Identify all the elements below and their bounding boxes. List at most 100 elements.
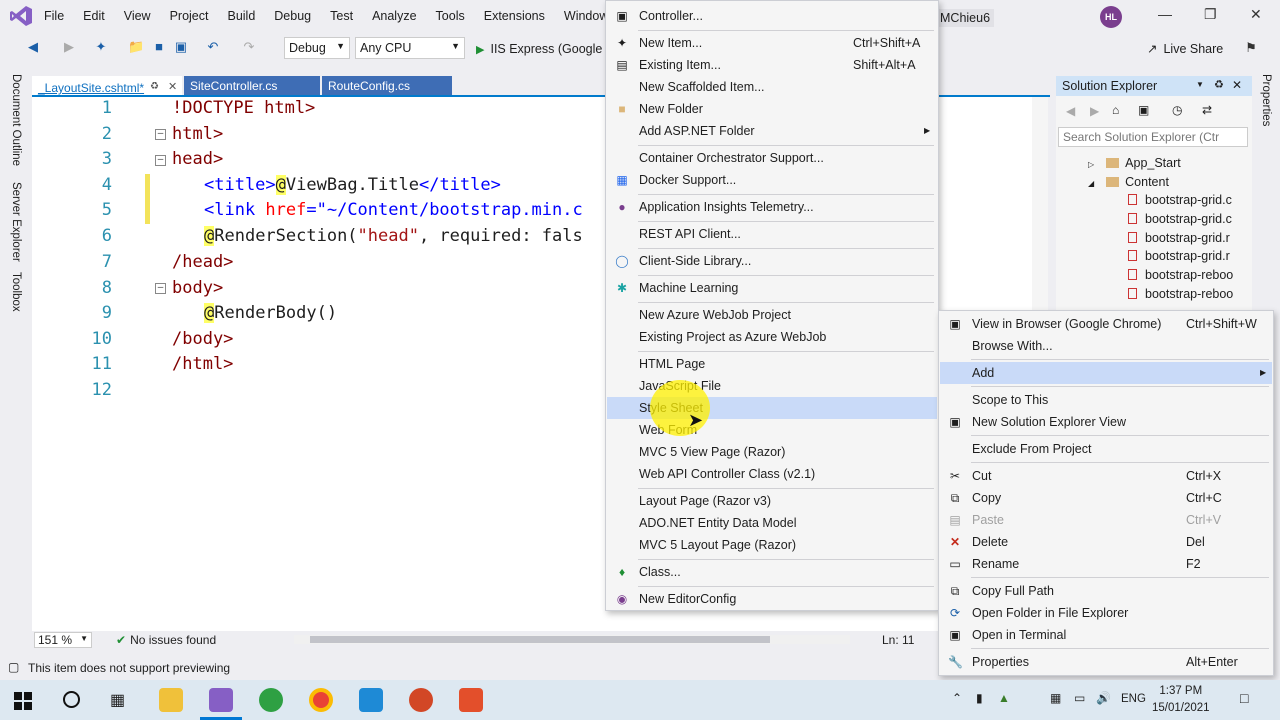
fold-toggle-icon[interactable]: – — [155, 155, 166, 166]
configuration-select[interactable]: Debug ▼ — [284, 37, 350, 59]
menu-item-new-item[interactable]: ✦ New Item... Ctrl+Shift+A — [607, 32, 937, 54]
tree-item-content[interactable]: ◢ Content — [1088, 175, 1169, 189]
menu-debug[interactable]: Debug — [274, 9, 322, 23]
menu-item-new-folder[interactable]: ■ New Folder — [607, 98, 937, 120]
fold-toggle-icon[interactable]: – — [155, 129, 166, 140]
feedback-icon[interactable]: ⚑ — [1244, 41, 1258, 55]
menu-item-rest-api-client[interactable]: REST API Client... — [607, 223, 937, 245]
save-icon[interactable]: ■ — [152, 40, 166, 54]
menu-project[interactable]: Project — [170, 9, 220, 23]
language-indicator[interactable]: ENG — [1121, 693, 1146, 705]
menu-item-paste[interactable]: ▤ Paste Ctrl+V — [940, 509, 1272, 531]
tab-sitecontroller[interactable]: SiteController.cs — [184, 76, 320, 96]
network-icon[interactable]: ▦ — [1050, 691, 1061, 705]
menu-item-class[interactable]: ♦ Class... — [607, 561, 937, 583]
powerpoint-icon[interactable] — [409, 688, 433, 712]
menu-tools[interactable]: Tools — [436, 9, 476, 23]
menu-item-new-editorconfig[interactable]: ◉ New EditorConfig — [607, 588, 937, 610]
menu-item-layout-page[interactable]: Layout Page (Razor v3) — [607, 490, 937, 512]
menu-item-open-in-terminal[interactable]: ▣ Open in Terminal — [940, 624, 1272, 646]
new-project-icon[interactable]: ✦ — [94, 40, 108, 54]
tree-item-file[interactable]: bootstrap-reboo — [1128, 268, 1233, 282]
menu-file[interactable]: File — [44, 9, 75, 23]
menu-build[interactable]: Build — [227, 9, 266, 23]
redo-icon[interactable]: ↷ — [242, 40, 256, 54]
save-all-icon[interactable]: ▣ — [174, 40, 188, 54]
history-icon[interactable]: ◷ — [1172, 103, 1182, 117]
document-outline-tab[interactable]: Document Outline — [10, 74, 22, 166]
windows-start-icon[interactable] — [14, 692, 32, 710]
back-icon[interactable]: ◀ — [1066, 104, 1075, 118]
volume-icon[interactable]: 🔊 — [1096, 691, 1111, 705]
live-share-button[interactable]: ↗ Live Share — [1147, 41, 1223, 56]
menu-item-view-in-browser[interactable]: ▣ View in Browser (Google Chrome) Ctrl+Shi… — [940, 313, 1272, 335]
drive-icon[interactable]: ▲ — [998, 691, 1010, 705]
platform-select[interactable]: Any CPU ▼ — [355, 37, 465, 59]
tree-item-file[interactable]: bootstrap-grid.c — [1128, 193, 1232, 207]
camtasia-recorder-icon[interactable] — [259, 688, 283, 712]
menu-item-app-insights[interactable]: ● Application Insights Telemetry... — [607, 196, 937, 218]
visual-studio-taskbar-icon[interactable] — [209, 688, 233, 712]
collapse-icon[interactable]: ◢ — [1088, 179, 1094, 188]
menu-item-properties[interactable]: 🔧 Properties Alt+Enter — [940, 651, 1272, 673]
menu-item-delete[interactable]: ✕ Delete Del — [940, 531, 1272, 553]
solution-explorer-search[interactable]: Search Solution Explorer (Ctr — [1058, 127, 1248, 147]
search-icon[interactable] — [63, 691, 80, 708]
issues-indicator[interactable]: ✔ No issues found — [116, 633, 216, 647]
menu-analyze[interactable]: Analyze — [372, 9, 427, 23]
menu-edit[interactable]: Edit — [83, 9, 116, 23]
pin-icon[interactable]: ♻ — [150, 81, 159, 92]
menu-item-browse-with[interactable]: Browse With... — [940, 335, 1272, 357]
close-icon[interactable]: ✕ — [1250, 6, 1262, 23]
notifications-icon[interactable]: □ — [1240, 690, 1248, 706]
menu-item-client-side-library[interactable]: ◯ Client-Side Library... — [607, 250, 937, 272]
close-panel-icon[interactable]: ✕ — [1232, 78, 1242, 92]
tree-item-file[interactable]: bootstrap-grid.c — [1128, 212, 1232, 226]
battery-icon[interactable]: ▭ — [1074, 691, 1085, 705]
scrollbar-thumb[interactable] — [310, 636, 770, 643]
taskbar-clock[interactable]: 1:37 PM 15/01/2021 — [1152, 683, 1210, 717]
menu-item-controller[interactable]: ▣ Controller... — [607, 5, 937, 27]
menu-item-new-scaffolded-item[interactable]: New Scaffolded Item... — [607, 76, 937, 98]
menu-item-cut[interactable]: ✂ Cut Ctrl+X — [940, 465, 1272, 487]
menu-item-web-api-controller[interactable]: Web API Controller Class (v2.1) — [607, 463, 937, 485]
start-debugging-button[interactable]: ▶ IIS Express (Google C — [476, 42, 615, 56]
vscode-icon[interactable] — [359, 688, 383, 712]
tree-item-file[interactable]: bootstrap-grid.r — [1128, 231, 1230, 245]
pin-icon[interactable]: ♻ — [1214, 78, 1224, 91]
sync-icon[interactable]: ⇄ — [1202, 103, 1212, 117]
menu-item-new-azure-webjob[interactable]: New Azure WebJob Project — [607, 304, 937, 326]
menu-item-container-orchestrator[interactable]: Container Orchestrator Support... — [607, 147, 937, 169]
forward-icon[interactable]: ▶ — [1090, 104, 1099, 118]
menu-item-scope-to-this[interactable]: Scope to This — [940, 389, 1272, 411]
home-icon[interactable]: ⌂ — [1112, 103, 1119, 117]
menu-item-new-solution-explorer-view[interactable]: ▣ New Solution Explorer View — [940, 411, 1272, 433]
chevron-up-icon[interactable]: ⌃ — [952, 691, 962, 705]
close-tab-icon[interactable]: ✕ — [168, 80, 177, 93]
properties-tab[interactable]: Properties — [1260, 74, 1272, 126]
usb-icon[interactable]: ▮ — [976, 691, 983, 705]
chrome-icon[interactable] — [309, 688, 333, 712]
camtasia-icon[interactable] — [459, 688, 483, 712]
tree-item-file[interactable]: bootstrap-reboo — [1128, 287, 1233, 301]
menu-item-copy-full-path[interactable]: ⧉ Copy Full Path — [940, 580, 1272, 602]
menu-item-add-aspnet-folder[interactable]: Add ASP.NET Folder ▶ — [607, 120, 937, 142]
menu-item-mvc5-view-page[interactable]: MVC 5 View Page (Razor) — [607, 441, 937, 463]
menu-item-add[interactable]: Add ▶ — [940, 362, 1272, 384]
menu-view[interactable]: View — [124, 9, 162, 23]
dropdown-icon[interactable]: ▼ — [1196, 80, 1204, 89]
switch-views-icon[interactable]: ▣ — [1138, 103, 1149, 117]
expand-icon[interactable]: ▷ — [1088, 160, 1094, 169]
tree-item-file[interactable]: bootstrap-grid.r — [1128, 249, 1230, 263]
tab-layoutsite[interactable]: _LayoutSite.cshtml* ♻ ✕ — [32, 76, 182, 96]
menu-test[interactable]: Test — [330, 9, 364, 23]
menu-item-machine-learning[interactable]: ✱ Machine Learning — [607, 277, 937, 299]
open-file-icon[interactable]: 📁 — [128, 40, 144, 54]
menu-item-ado-net-model[interactable]: ADO.NET Entity Data Model — [607, 512, 937, 534]
menu-item-exclude-from-project[interactable]: Exclude From Project — [940, 438, 1272, 460]
zoom-select[interactable]: 151 % ▼ — [34, 632, 92, 648]
menu-item-existing-item[interactable]: ▤ Existing Item... Shift+Alt+A — [607, 54, 937, 76]
horizontal-scrollbar[interactable] — [294, 635, 850, 644]
menu-item-copy[interactable]: ⧉ Copy Ctrl+C — [940, 487, 1272, 509]
menu-item-existing-azure-webjob[interactable]: Existing Project as Azure WebJob — [607, 326, 937, 348]
